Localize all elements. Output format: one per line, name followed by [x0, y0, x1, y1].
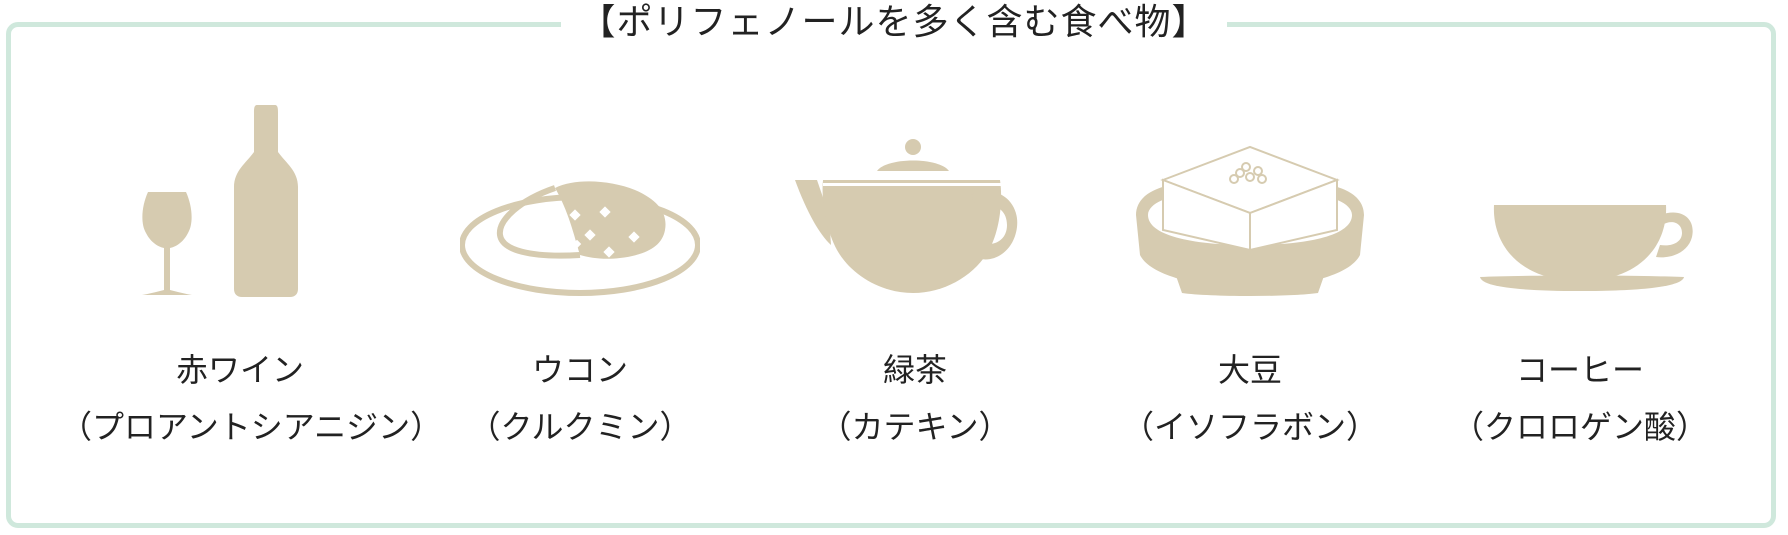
food-name: 緑茶	[882, 351, 947, 389]
compound-name: （カテキン）	[819, 408, 1011, 446]
compound-name: （プロアントシアニジン）	[60, 408, 443, 446]
tofu-icon	[1136, 145, 1364, 296]
coffee-cup-icon	[1480, 205, 1693, 291]
food-name: 大豆	[1217, 351, 1282, 389]
teapot-icon	[795, 139, 1018, 293]
compound-name: （イソフラボン）	[1121, 408, 1378, 446]
food-item-soybean: 大豆 （イソフラボン）	[1070, 95, 1430, 475]
curry-icon	[460, 181, 700, 296]
food-name: コーヒー	[1515, 351, 1644, 389]
food-name: ウコン	[531, 351, 628, 389]
wine-icon	[142, 105, 298, 297]
food-item-green-tea: 緑茶 （カテキン）	[735, 95, 1095, 475]
food-item-red-wine: 赤ワイン （プロアントシアニジン）	[60, 95, 443, 475]
compound-name: （クロロゲン酸）	[1451, 408, 1708, 446]
compound-name: （クルクミン）	[468, 408, 692, 446]
food-name: 赤ワイン	[175, 351, 304, 389]
food-item-coffee: コーヒー （クロロゲン酸）	[1400, 95, 1760, 475]
page-title: 【ポリフェノールを多く含む食べ物】	[0, 0, 1788, 46]
food-item-turmeric: ウコン （クルクミン）	[400, 95, 760, 475]
